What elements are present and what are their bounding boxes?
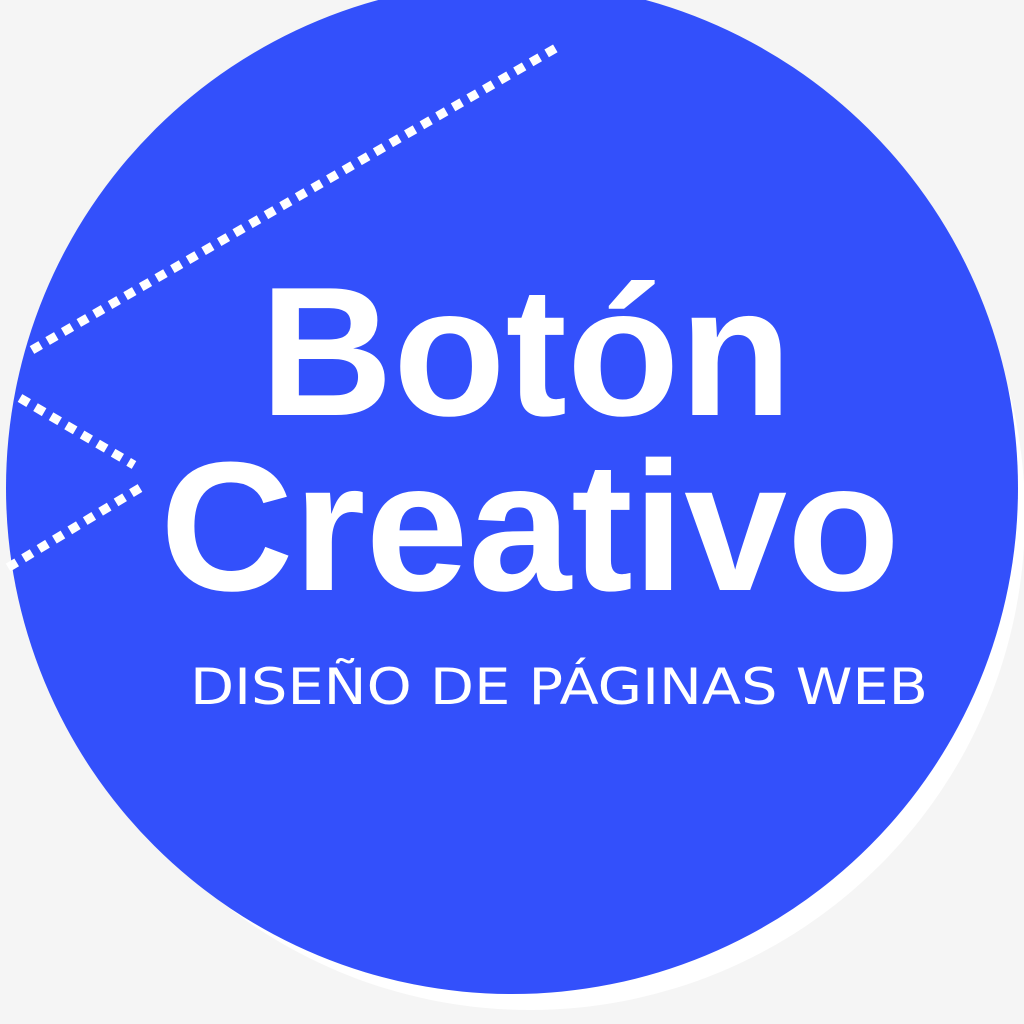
logo-graphic: Botón Creativo DISEÑO DE PÁGINAS WEB <box>1 0 1024 1010</box>
subtitle: DISEÑO DE PÁGINAS WEB <box>190 657 928 716</box>
logo-canvas: Botón Creativo DISEÑO DE PÁGINAS WEB <box>0 0 1024 1024</box>
title-line-2: Creativo <box>160 423 900 629</box>
